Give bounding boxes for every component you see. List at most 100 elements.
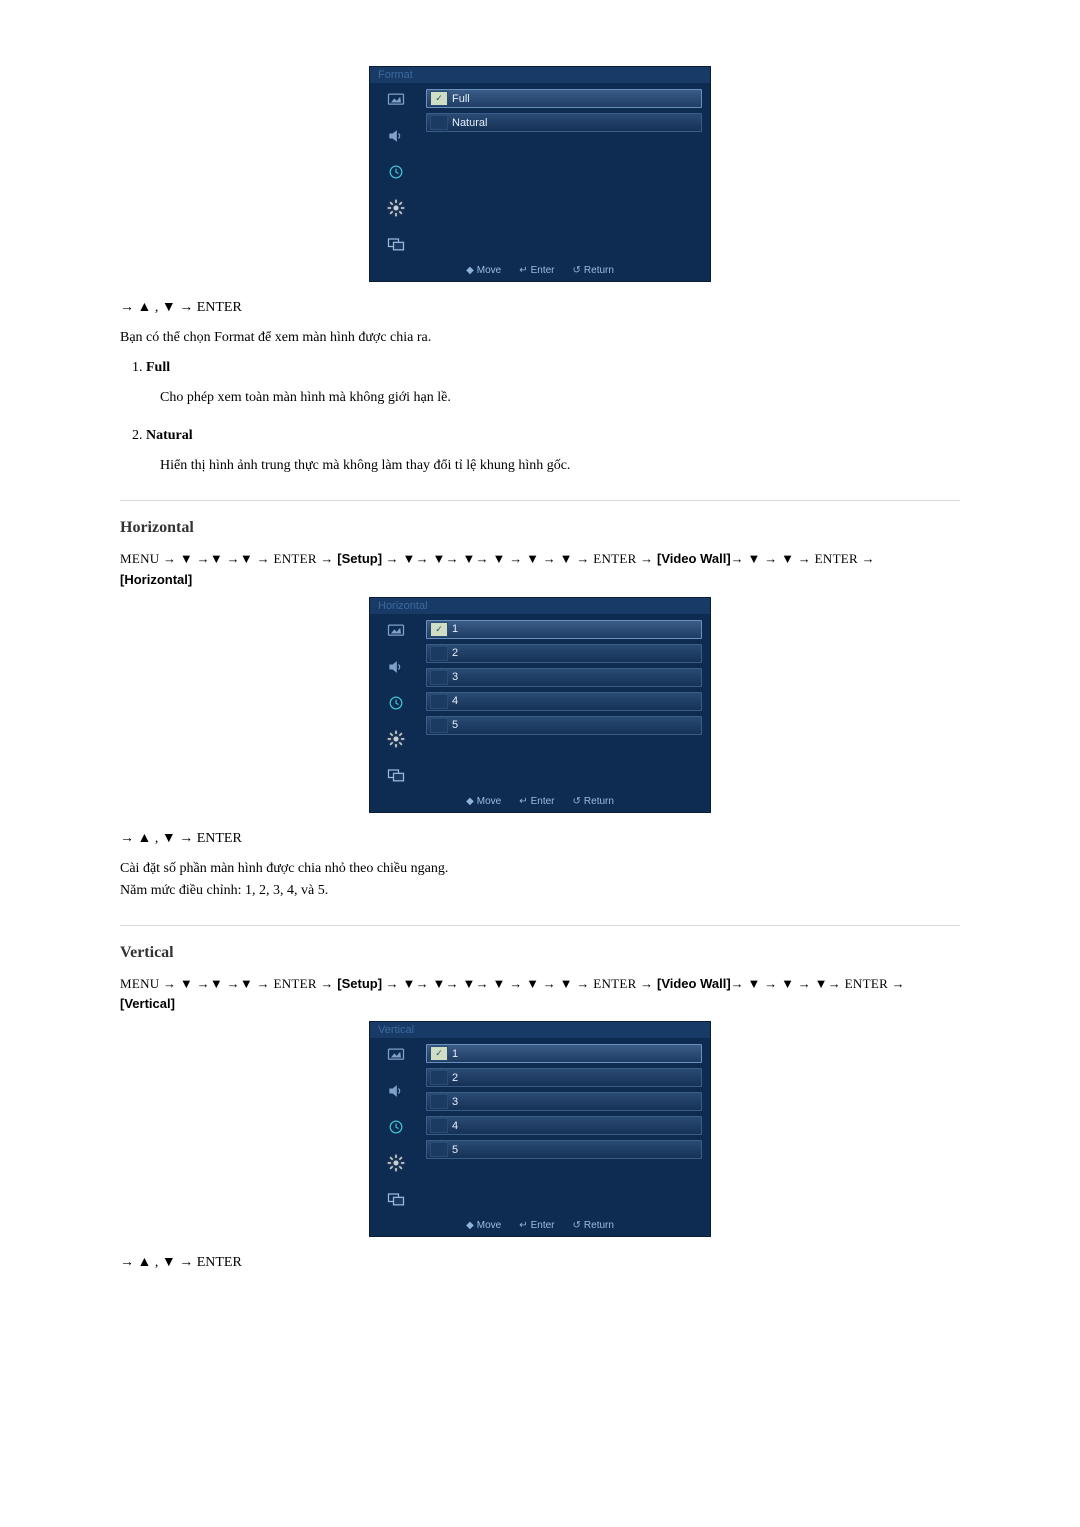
footer-enter: Enter xyxy=(531,796,555,807)
menu-path-vertical: MENU → ▼ →▼ →▼ → ENTER → [Setup] → ▼→ ▼→… xyxy=(120,974,960,1016)
path-videowall: [Video Wall] xyxy=(657,976,731,991)
osd-option-row[interactable]: ✓ Full xyxy=(426,89,702,108)
format-osd: Format ✓ Full Natural ◆Move ↵Enter ↺Return xyxy=(120,66,960,282)
osd-option-row[interactable]: ✓1 xyxy=(426,620,702,639)
option-checkbox xyxy=(430,1070,448,1085)
enter-icon: ↵ xyxy=(519,796,527,807)
osd-option-row[interactable]: 2 xyxy=(426,644,702,663)
nav-instruction: → ▲ , ▼ → ENTER xyxy=(120,831,960,847)
osd-footer: ◆Move ↵Enter ↺Return xyxy=(370,1216,710,1236)
option-label: 2 xyxy=(452,1072,458,1084)
osd-option-row[interactable]: 4 xyxy=(426,1116,702,1135)
option-checkbox xyxy=(430,1118,448,1133)
option-label: 2 xyxy=(452,647,458,659)
path-mid: → ▼→ ▼→ ▼→ ▼ → ▼ → ▼ → ENTER → xyxy=(382,976,657,991)
format-description: Bạn có thể chọn Format để xem màn hình đ… xyxy=(120,330,960,346)
horizontal-desc1: Cài đặt số phần màn hình được chia nhỏ t… xyxy=(120,861,960,877)
osd-icon-column xyxy=(370,83,422,261)
option-label: 3 xyxy=(452,1096,458,1108)
path-suffix: → ▼ → ▼ → ENTER → xyxy=(731,551,875,566)
move-icon: ◆ xyxy=(466,796,474,807)
section-heading-horizontal: Horizontal xyxy=(120,519,960,537)
osd-options: ✓12345 xyxy=(422,1038,710,1216)
osd-options: ✓ Full Natural xyxy=(422,83,710,261)
divider xyxy=(120,925,960,926)
osd-option-row[interactable]: ✓1 xyxy=(426,1044,702,1063)
picture-icon xyxy=(385,89,407,111)
option-checkbox xyxy=(430,694,448,709)
list-item: Full Cho phép xem toàn màn hình mà không… xyxy=(146,360,960,406)
clock-icon xyxy=(385,1116,407,1138)
move-icon: ◆ xyxy=(466,1220,474,1231)
osd-option-row[interactable]: 2 xyxy=(426,1068,702,1087)
list-item-body: Cho phép xem toàn màn hình mà không giới… xyxy=(160,390,960,406)
osd-footer: ◆Move ↵Enter ↺Return xyxy=(370,261,710,281)
list-item: Natural Hiển thị hình ảnh trung thực mà … xyxy=(146,428,960,474)
osd-footer: ◆Move ↵ Enter ↺Return xyxy=(370,792,710,812)
osd-option-row[interactable]: Natural xyxy=(426,113,702,132)
option-checkbox: ✓ xyxy=(430,1046,448,1061)
path-videowall: [Video Wall] xyxy=(657,551,731,566)
path-final: [Horizontal] xyxy=(120,572,192,587)
clock-icon xyxy=(385,161,407,183)
option-label: Natural xyxy=(452,117,487,129)
osd-option-row[interactable]: 3 xyxy=(426,668,702,687)
nav-instruction: → ▲ , ▼ → ENTER xyxy=(120,300,960,316)
option-label: 4 xyxy=(452,695,458,707)
enter-icon: ↵ xyxy=(519,265,527,276)
enter-icon: ↵ xyxy=(519,1220,527,1231)
footer-return: Return xyxy=(584,796,614,807)
option-label: 1 xyxy=(452,1048,458,1060)
list-item-title: Natural xyxy=(146,428,193,443)
vertical-osd: Vertical ✓12345 ◆Move ↵Enter ↺Return xyxy=(120,1021,960,1237)
horizontal-desc2: Năm mức điều chỉnh: 1, 2, 3, 4, và 5. xyxy=(120,883,960,899)
list-item-title: Full xyxy=(146,360,170,375)
picture-icon xyxy=(385,620,407,642)
osd-option-row[interactable]: 5 xyxy=(426,1140,702,1159)
option-checkbox xyxy=(430,1142,448,1157)
path-prefix: MENU → ▼ →▼ →▼ → ENTER → xyxy=(120,551,337,566)
path-final: [Vertical] xyxy=(120,996,175,1011)
option-checkbox xyxy=(430,646,448,661)
osd-icon-column xyxy=(370,1038,422,1216)
multi-icon xyxy=(385,1188,407,1210)
gear-icon xyxy=(385,1152,407,1174)
multi-icon xyxy=(385,233,407,255)
option-checkbox xyxy=(430,670,448,685)
option-checkbox: ✓ xyxy=(430,622,448,637)
option-label: 5 xyxy=(452,719,458,731)
path-setup: [Setup] xyxy=(337,551,382,566)
footer-return: Return xyxy=(584,265,614,276)
sound-icon xyxy=(385,656,407,678)
footer-move: Move xyxy=(477,1220,501,1231)
option-checkbox: ✓ xyxy=(430,91,448,106)
menu-path-horizontal: MENU → ▼ →▼ →▼ → ENTER → [Setup] → ▼→ ▼→… xyxy=(120,549,960,591)
osd-option-row[interactable]: 4 xyxy=(426,692,702,711)
option-label: 3 xyxy=(452,671,458,683)
return-icon: ↺ xyxy=(573,796,581,807)
gear-icon xyxy=(385,728,407,750)
footer-return: Return xyxy=(584,1220,614,1231)
multi-icon xyxy=(385,764,407,786)
option-label: 4 xyxy=(452,1120,458,1132)
divider xyxy=(120,500,960,501)
move-icon: ◆ xyxy=(466,265,474,276)
footer-move: Move xyxy=(477,796,501,807)
picture-icon xyxy=(385,1044,407,1066)
sound-icon xyxy=(385,1080,407,1102)
option-checkbox xyxy=(430,718,448,733)
osd-option-row[interactable]: 5 xyxy=(426,716,702,735)
option-label: 1 xyxy=(452,623,458,635)
clock-icon xyxy=(385,692,407,714)
footer-enter: Enter xyxy=(531,1220,555,1231)
path-mid: → ▼→ ▼→ ▼→ ▼ → ▼ → ▼ → ENTER → xyxy=(382,551,657,566)
option-label: Full xyxy=(452,93,470,105)
osd-option-row[interactable]: 3 xyxy=(426,1092,702,1111)
osd-title: Vertical xyxy=(370,1022,710,1038)
osd-title: Format xyxy=(370,67,710,83)
path-suffix: → ▼ → ▼ → ▼→ ENTER → xyxy=(731,976,905,991)
path-setup: [Setup] xyxy=(337,976,382,991)
section-heading-vertical: Vertical xyxy=(120,944,960,962)
list-item-body: Hiển thị hình ảnh trung thực mà không là… xyxy=(160,458,960,474)
sound-icon xyxy=(385,125,407,147)
